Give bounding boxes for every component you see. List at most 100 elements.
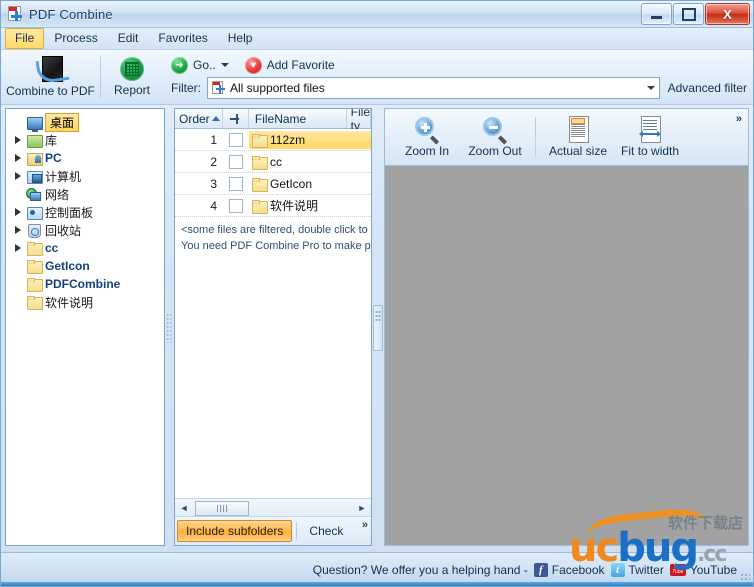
chevron-down-icon[interactable] [647,78,655,98]
column-header-filename[interactable]: FileName [249,109,347,128]
row-checkbox[interactable] [223,177,249,191]
filtered-files-note-line1[interactable]: <some files are filtered, double click t… [175,217,371,239]
control-panel-icon [26,205,42,220]
actual-size-icon [565,116,591,142]
scrollbar-track[interactable] [193,501,353,514]
tree-item-label: 控制面板 [45,204,93,221]
tree-item-library[interactable]: 库 [10,131,162,149]
splitter-tree-list[interactable] [165,104,174,552]
expander-icon[interactable] [12,153,23,164]
expander-icon[interactable] [12,243,23,254]
heart-icon[interactable]: ♥ [245,57,262,74]
expander-placeholder [12,189,23,200]
minimize-button[interactable] [641,3,672,25]
combine-to-pdf-button[interactable]: Combine to PDF [1,50,100,104]
folder-icon [251,155,266,168]
add-favorite-label[interactable]: Add Favorite [267,58,335,72]
preview-canvas[interactable] [384,165,749,546]
chevron-down-icon[interactable] [221,63,229,67]
zoom-in-label: Zoom In [405,144,449,158]
check-button[interactable]: Check [301,521,351,541]
go-icon[interactable]: ➜ [171,57,188,74]
fit-to-width-button[interactable]: Fit to width [614,116,686,158]
column-header-filetype[interactable]: File ty [347,109,371,128]
title-bar: PDF Combine X [1,1,753,28]
tree-item-software-notes[interactable]: 软件说明 [10,293,162,311]
tree-item-label: GetIcon [45,259,90,273]
row-checkbox[interactable] [223,155,249,169]
scroll-left-icon[interactable]: ◄ [177,501,191,514]
row-checkbox[interactable] [223,133,249,147]
preview-panel: Zoom In Zoom Out Actual size [384,108,749,546]
facebook-label: Facebook [552,563,605,577]
table-row[interactable]: 2 cc [175,151,371,173]
folder-icon [26,295,42,310]
tree-item-desktop[interactable]: 桌面 [10,113,162,131]
menu-item-favorites[interactable]: Favorites [148,28,217,49]
expander-icon[interactable] [12,207,23,218]
file-list-body[interactable]: 1 112zm 2 cc 3 [175,129,371,498]
zoom-out-button[interactable]: Zoom Out [461,117,529,158]
include-subfolders-button[interactable]: Include subfolders [177,520,292,542]
folder-icon [251,177,266,190]
scroll-right-icon[interactable]: ► [355,501,369,514]
folder-icon [251,199,266,212]
actual-size-button[interactable]: Actual size [542,116,614,158]
youtube-link[interactable]: YouTube YouTube [670,563,737,577]
status-message: Question? We offer you a helping hand - [313,563,528,577]
library-icon [26,133,42,148]
filter-combobox[interactable]: All supported files [207,77,660,99]
menu-item-process[interactable]: Process [44,28,107,49]
filtered-files-note-line2: You need PDF Combine Pro to make pd [175,239,371,255]
close-button[interactable]: X [705,3,750,25]
tree-item-label: cc [45,241,58,255]
tree-item-computer[interactable]: 计算机 [10,167,162,185]
go-label[interactable]: Go.. [193,58,216,72]
twitter-link[interactable]: t Twitter [611,563,664,577]
folder-tree-panel[interactable]: 桌面 库 PC 计算机 [5,108,165,546]
column-header-check[interactable] [223,109,249,128]
column-header-order[interactable]: Order [175,109,223,128]
scrollbar-thumb[interactable] [195,501,249,516]
advanced-filter-button[interactable]: Advanced filter [666,81,747,95]
tree-item-pc[interactable]: PC [10,149,162,167]
facebook-link[interactable]: f Facebook [534,563,605,577]
table-row[interactable]: 3 GetIcon [175,173,371,195]
tree-item-recycle-bin[interactable]: 回收站 [10,221,162,239]
overflow-chevron-icon[interactable]: » [736,113,742,125]
row-name-cell: cc [249,153,371,171]
tree-item-pdfcombine[interactable]: PDFCombine [10,275,162,293]
menu-item-help[interactable]: Help [218,28,263,49]
row-order: 1 [175,133,223,147]
tree-item-network[interactable]: 网络 [10,185,162,203]
window-controls: X [640,3,750,25]
tree-item-label: 计算机 [45,168,81,185]
toolbar-row-actions: ➜ Go.. ♥ Add Favorite [171,54,753,76]
tree-item-cc[interactable]: cc [10,239,162,257]
row-order: 2 [175,155,223,169]
horizontal-scrollbar[interactable]: ◄ ► [175,498,371,516]
table-row[interactable]: 1 112zm [175,129,371,151]
expander-icon[interactable] [12,171,23,182]
overflow-chevron-icon[interactable]: » [362,519,368,531]
fit-to-width-label: Fit to width [621,144,679,158]
zoom-out-icon [482,117,508,142]
row-checkbox[interactable] [223,199,249,213]
tree-item-control-panel[interactable]: 控制面板 [10,203,162,221]
twitter-label: Twitter [629,563,664,577]
splitter-list-preview[interactable] [372,104,384,552]
maximize-button[interactable] [673,3,704,25]
combine-pdf-icon [37,56,65,82]
expander-icon[interactable] [12,225,23,236]
tree-item-geticon[interactable]: GetIcon [10,257,162,275]
table-row[interactable]: 4 软件说明 [175,195,371,217]
expander-icon[interactable] [12,135,23,146]
menu-item-edit[interactable]: Edit [108,28,149,49]
folder-icon [26,259,42,274]
toolbar-row-filter: Filter: All supported files Advanced fil… [171,76,753,100]
close-icon: X [723,8,732,21]
tree-item-label: 库 [45,132,57,149]
zoom-in-button[interactable]: Zoom In [393,117,461,158]
menu-item-file[interactable]: File [5,28,44,49]
report-button[interactable]: Report [101,50,163,104]
